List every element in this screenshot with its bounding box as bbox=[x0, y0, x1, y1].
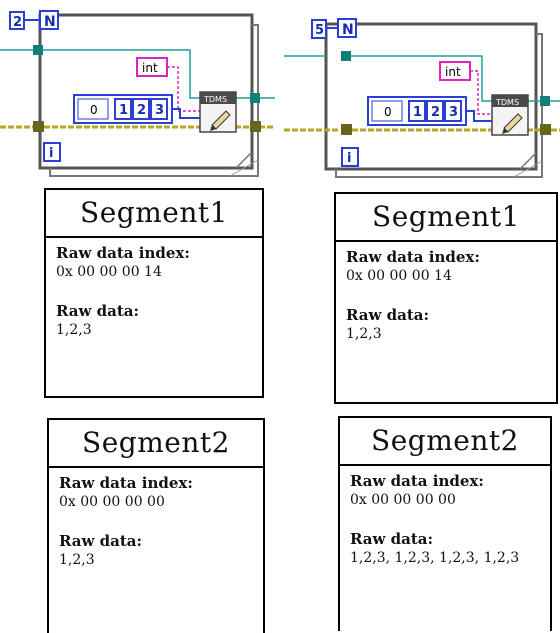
tdms-write-node: TDMS bbox=[199, 91, 237, 133]
raw-data-index-label: Raw data index: bbox=[346, 248, 480, 266]
array-element-1: 1 bbox=[413, 105, 422, 120]
raw-data-value: 1,2,3 bbox=[59, 552, 95, 568]
left-segment2-box: Segment2 Raw data index: 0x 00 00 00 00 … bbox=[47, 418, 265, 633]
array-index: 0 bbox=[384, 105, 392, 119]
iteration-terminal: i bbox=[347, 151, 351, 166]
segment-title: Segment1 bbox=[46, 190, 262, 238]
right-segment2-box: Segment2 Raw data index: 0x 00 00 00 00 … bbox=[338, 416, 552, 631]
right-segment1-box: Segment1 Raw data index: 0x 00 00 00 14 … bbox=[334, 192, 558, 404]
loop-count-terminal: N bbox=[44, 14, 56, 30]
loop-count-terminal: N bbox=[342, 22, 354, 38]
raw-data-index-label: Raw data index: bbox=[350, 472, 484, 490]
segment-title: Segment2 bbox=[340, 418, 550, 466]
int-constant: int bbox=[445, 65, 461, 79]
raw-data-label: Raw data: bbox=[56, 302, 140, 320]
array-element-3: 3 bbox=[155, 103, 164, 118]
raw-data-index-value: 0x 00 00 00 14 bbox=[56, 264, 162, 280]
left-segment1-box: Segment1 Raw data index: 0x 00 00 00 14 … bbox=[44, 188, 264, 398]
raw-data-value: 1,2,3 bbox=[56, 322, 92, 338]
raw-data-label: Raw data: bbox=[59, 532, 143, 550]
tdms-write-node: TDMS bbox=[491, 94, 529, 136]
right-for-loop-diagram: 5 N i int 0 1 2 3 TDMS bbox=[284, 0, 560, 180]
raw-data-index-label: Raw data index: bbox=[56, 244, 190, 262]
left-for-loop-diagram: 2 N i int 0 1 2 3 TDMS bbox=[0, 0, 275, 180]
loop-count-value: 5 bbox=[315, 23, 324, 38]
raw-data-index-label: Raw data index: bbox=[59, 474, 193, 492]
raw-data-value: 1,2,3 bbox=[346, 326, 382, 342]
array-element-1: 1 bbox=[119, 103, 128, 118]
array-element-2: 2 bbox=[431, 105, 440, 120]
raw-data-label: Raw data: bbox=[346, 306, 430, 324]
int-constant: int bbox=[142, 61, 158, 75]
raw-data-value: 1,2,3, 1,2,3, 1,2,3, 1,2,3 bbox=[350, 550, 520, 566]
raw-data-index-value: 0x 00 00 00 00 bbox=[59, 494, 165, 510]
tdms-label: TDMS bbox=[203, 95, 227, 104]
iteration-terminal: i bbox=[49, 146, 53, 161]
array-element-3: 3 bbox=[449, 105, 458, 120]
loop-count-value: 2 bbox=[13, 15, 22, 30]
array-element-2: 2 bbox=[137, 103, 146, 118]
array-index: 0 bbox=[90, 103, 98, 117]
raw-data-index-value: 0x 00 00 00 00 bbox=[350, 492, 456, 508]
raw-data-label: Raw data: bbox=[350, 530, 434, 548]
segment-title: Segment2 bbox=[49, 420, 263, 468]
segment-title: Segment1 bbox=[336, 194, 556, 242]
tdms-label: TDMS bbox=[495, 98, 519, 107]
raw-data-index-value: 0x 00 00 00 14 bbox=[346, 268, 452, 284]
